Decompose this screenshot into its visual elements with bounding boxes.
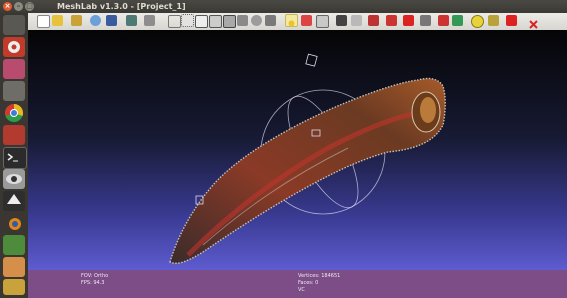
3d-viewport[interactable]	[28, 30, 567, 270]
title-bar: × – □ MeshLab v1.3.0 - [Project_1]	[0, 0, 567, 13]
launcher-gold-app-icon[interactable]	[3, 279, 25, 295]
launcher-gear-icon[interactable]	[3, 81, 25, 101]
launcher-ice-app-icon[interactable]	[3, 257, 25, 277]
faces-text: Faces: 0	[298, 280, 319, 286]
hidden-lines-icon[interactable]	[209, 15, 222, 28]
wireframe-icon[interactable]	[195, 15, 208, 28]
vertices-text: Vertices: 184651	[298, 273, 341, 279]
close-icon[interactable]	[528, 15, 539, 29]
close-window-button[interactable]: ×	[3, 2, 12, 11]
launcher-files-icon[interactable]	[3, 59, 25, 79]
vc-text: VC	[298, 287, 305, 293]
flat-lines-icon[interactable]	[223, 15, 236, 28]
two-side-icon[interactable]	[301, 15, 312, 26]
launcher-terminal-icon[interactable]	[3, 147, 27, 169]
light-icon[interactable]	[285, 14, 298, 27]
mesh-render	[169, 53, 446, 264]
pick-icon[interactable]	[452, 15, 463, 26]
launcher-inkscape-icon[interactable]	[3, 191, 25, 211]
launcher-chrome-icon[interactable]	[3, 103, 25, 123]
stop-icon[interactable]	[506, 15, 517, 26]
fill-icon[interactable]	[438, 15, 449, 26]
snapshot-icon[interactable]	[126, 15, 137, 26]
fov-text: FOV: Ortho	[81, 273, 109, 279]
launcher-red-app-icon[interactable]	[3, 125, 25, 145]
launcher-blender-icon[interactable]	[3, 213, 25, 233]
reload-icon[interactable]	[90, 15, 101, 26]
select-faces-icon[interactable]	[336, 15, 347, 26]
main-toolbar	[28, 13, 567, 31]
launcher-eye-icon[interactable]	[3, 169, 25, 189]
select-vertices-icon[interactable]	[351, 15, 362, 26]
save-icon[interactable]	[106, 15, 117, 26]
launcher-dash-icon[interactable]	[3, 15, 25, 35]
color-icon[interactable]	[316, 15, 329, 28]
layers-icon[interactable]	[144, 15, 155, 26]
maximize-window-button[interactable]: □	[25, 2, 34, 11]
cube-icon[interactable]	[368, 15, 379, 26]
flat-icon[interactable]	[237, 15, 248, 26]
open-folder-icon[interactable]	[71, 15, 82, 26]
new-icon[interactable]	[37, 15, 50, 28]
minimize-window-button[interactable]: –	[14, 2, 23, 11]
bbox-icon[interactable]	[168, 15, 181, 28]
info-bar: FOV: Ortho FPS: 94.3 Vertices: 184651 Fa…	[28, 270, 567, 298]
text-a-icon[interactable]	[471, 15, 484, 28]
texture-icon[interactable]	[265, 15, 276, 26]
window-title: MeshLab v1.3.0 - [Project_1]	[57, 2, 186, 11]
app-launcher	[0, 13, 29, 298]
points-icon[interactable]	[181, 14, 194, 27]
smooth-icon[interactable]	[251, 15, 262, 26]
fps-text: FPS: 94.3	[81, 280, 105, 286]
paint-icon[interactable]	[403, 15, 414, 26]
measure-icon[interactable]	[386, 15, 397, 26]
launcher-settings-icon[interactable]	[3, 37, 25, 57]
open-icon[interactable]	[52, 15, 63, 26]
launcher-green-app-icon[interactable]	[3, 235, 25, 255]
wand-icon[interactable]	[488, 15, 499, 26]
align-icon[interactable]	[420, 15, 431, 26]
